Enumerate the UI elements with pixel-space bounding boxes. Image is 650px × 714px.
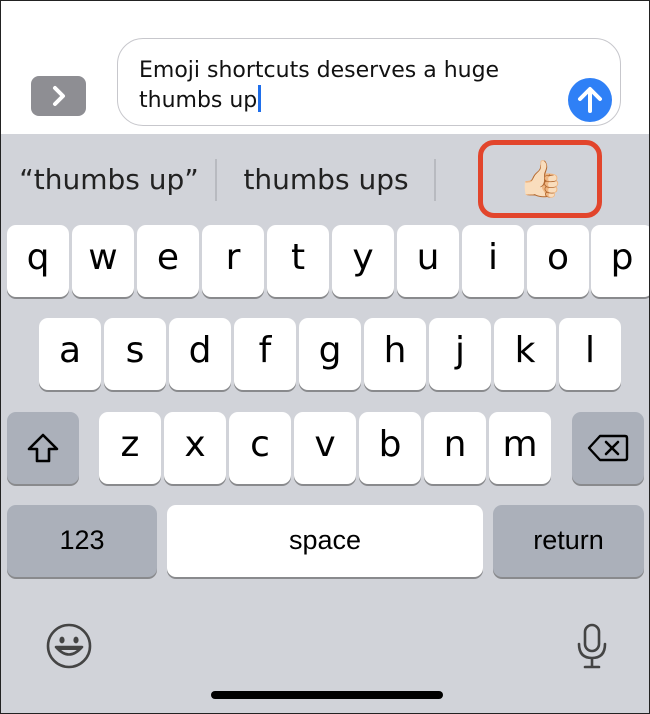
microphone-icon [577,623,607,669]
key-v[interactable]: v [294,412,356,484]
message-text: Emoji shortcuts deserves a huge thumbs u… [139,56,559,115]
message-input[interactable]: Emoji shortcuts deserves a huge thumbs u… [117,38,621,126]
key-z[interactable]: z [99,412,161,484]
return-key[interactable]: return [493,505,644,577]
screen: Emoji shortcuts deserves a huge thumbs u… [0,0,650,714]
key-j[interactable]: j [429,318,491,390]
message-text-value: Emoji shortcuts deserves a huge thumbs u… [139,58,500,113]
delete-key[interactable] [572,412,644,484]
compose-area: Emoji shortcuts deserves a huge thumbs u… [1,1,649,134]
key-e[interactable]: e [137,225,199,297]
key-y[interactable]: y [332,225,394,297]
key-w[interactable]: w [72,225,134,297]
key-h[interactable]: h [364,318,426,390]
key-g[interactable]: g [299,318,361,390]
key-p[interactable]: p [591,225,649,297]
key-a[interactable]: a [39,318,101,390]
chevron-right-icon [52,86,65,106]
key-b[interactable]: b [359,412,421,484]
key-o[interactable]: o [527,225,589,297]
key-q[interactable]: q [7,225,69,297]
suggestion-divider [215,159,217,201]
numbers-key[interactable]: 123 [7,505,157,577]
emoji-keyboard-button[interactable] [45,622,93,675]
predictive-text-bar: “thumbs up” thumbs ups 👍🏻 [1,134,649,224]
key-f[interactable]: f [234,318,296,390]
emoji-keyboard-icon [46,623,92,669]
space-key[interactable]: space [167,505,483,577]
suggestion-plural[interactable]: thumbs ups [223,158,429,202]
key-r[interactable]: r [202,225,264,297]
suggestion-divider [434,159,436,201]
text-cursor [258,85,262,112]
shift-key[interactable] [7,412,79,484]
key-c[interactable]: c [229,412,291,484]
key-x[interactable]: x [164,412,226,484]
key-l[interactable]: l [559,318,621,390]
key-d[interactable]: d [169,318,231,390]
apps-expand-button[interactable] [31,76,86,116]
key-i[interactable]: i [462,225,524,297]
arrow-up-icon [578,87,602,113]
key-k[interactable]: k [494,318,556,390]
key-m[interactable]: m [489,412,551,484]
delete-backspace-icon [587,434,629,462]
emoji-highlight-box [478,140,602,218]
key-t[interactable]: t [267,225,329,297]
key-n[interactable]: n [424,412,486,484]
suggestion-quoted[interactable]: “thumbs up” [11,158,207,202]
key-u[interactable]: u [397,225,459,297]
home-indicator[interactable] [211,691,443,699]
dictation-button[interactable] [575,622,609,675]
send-button[interactable] [568,78,612,122]
shift-icon [27,433,59,463]
key-s[interactable]: s [104,318,166,390]
